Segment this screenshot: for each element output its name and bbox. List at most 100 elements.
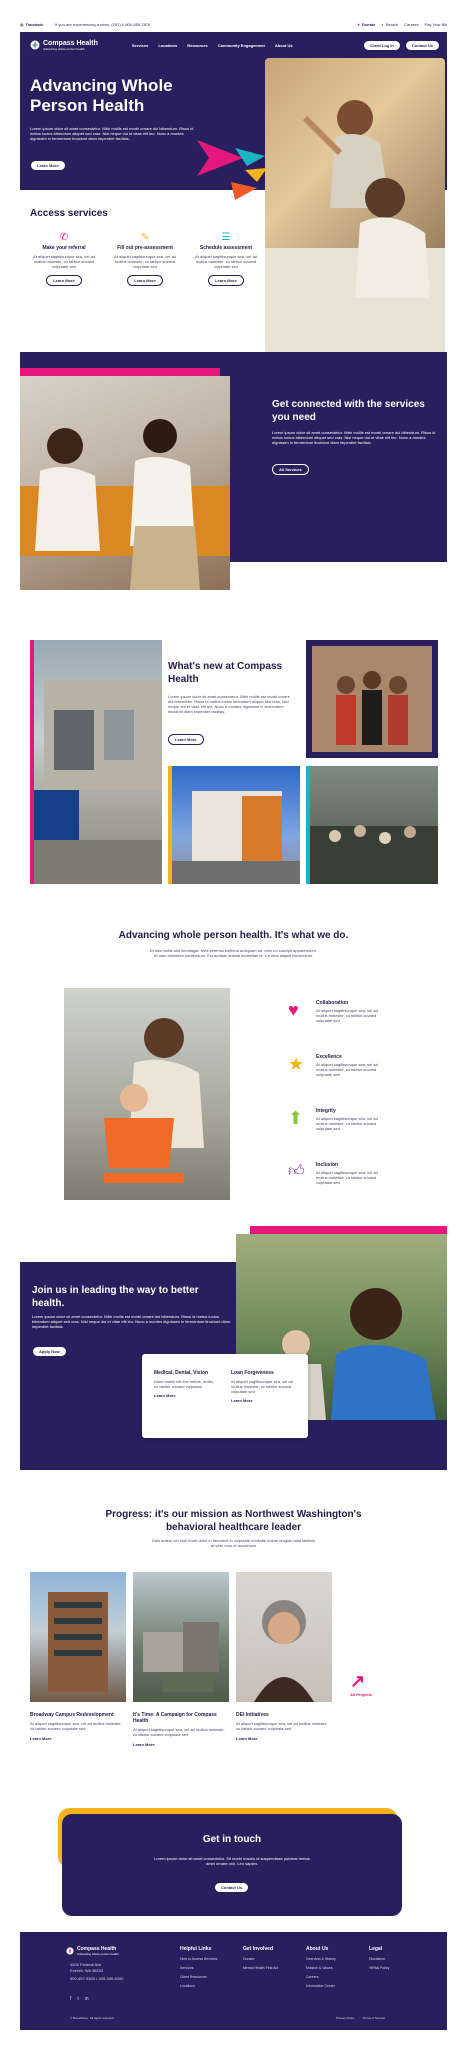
progress-card: Broadway Campus Redevelopment At aliquet… (30, 1572, 126, 1741)
footer-link[interactable]: Donate (243, 1957, 294, 1961)
news-image-apartments (168, 766, 300, 884)
footer-link[interactable]: HIPAA Policy (369, 1966, 420, 1970)
terms-link[interactable]: Terms of Service (363, 2016, 385, 2020)
all-projects-label: All Projects (350, 1692, 373, 1697)
touch-contact-button[interactable]: Contact Us (214, 1882, 250, 1893)
translate-link[interactable]: ◎ Translate (20, 22, 43, 27)
footer-link[interactable]: Mental Health First Aid (243, 1966, 294, 1970)
progress-card-image (30, 1572, 126, 1702)
apply-now-button[interactable]: Apply Now (32, 1346, 67, 1357)
benefit-card: Loan Forgiveness At aliquet sagittisunqu… (231, 1370, 296, 1422)
progress-card-link[interactable]: Learn More (30, 1736, 126, 1741)
nav-item-locations[interactable]: Locations (158, 43, 177, 48)
footer-social: f t in (70, 1996, 89, 2002)
touch-body: Lorem ipsum dolor sit amet consectetur. … (154, 1856, 310, 1866)
join-cards: Medical, Dental, Vision Diam mattis elit… (142, 1354, 308, 1438)
main-nav: Services Locations Resources Community E… (132, 43, 293, 48)
search-link[interactable]: ⌕ Search (381, 22, 398, 27)
progress-card: It's Time: A Campaign for Compass Health… (133, 1572, 229, 1747)
nav-item-services[interactable]: Services (132, 43, 148, 48)
footer-link[interactable]: Overview & History (306, 1957, 357, 1961)
access-card-body: At aliquet sagittisunque sea, vel ad mol… (33, 254, 95, 269)
news-learn-more-button[interactable]: Learn More (168, 734, 204, 745)
footer-column: About Us Overview & History Mission & Va… (306, 1946, 357, 1988)
footer-column: Helpful Links How to Access Services Ser… (180, 1946, 231, 1988)
value-item: ★ Excellence At aliquet sagittisunque sea… (288, 1054, 438, 1108)
all-projects-link[interactable]: ↗ All Projects (350, 1672, 400, 1697)
logo-name: Compass Health (43, 39, 98, 47)
touch-title: Get in touch (202, 1834, 262, 1845)
connected-image (20, 376, 230, 590)
compass-logo-icon (30, 40, 40, 50)
progress-card-body: At aliquet sagittisunque sea, vel ad mol… (30, 1721, 122, 1731)
benefit-learn-more-link[interactable]: Learn More (154, 1393, 219, 1398)
list-icon: ☰ (221, 232, 231, 243)
hero-body: Lorem ipsum dolor sit amet consectetur. … (30, 126, 194, 141)
footer-link[interactable]: Client Resources (180, 1975, 231, 1979)
access-card-button[interactable]: Learn More (208, 275, 244, 286)
footer-logo[interactable]: Compass Health Advancing whole person hea… (66, 1946, 119, 1956)
footer-link[interactable]: Disclaimer (369, 1957, 420, 1961)
footer-link[interactable]: How to Access Services (180, 1957, 231, 1961)
access-card-title: Schedule assessment (199, 245, 253, 251)
progress-card-link[interactable]: Learn More (133, 1742, 229, 1747)
values-list: ♥ Collaboration At aliquet sagittisunque … (288, 1000, 438, 1216)
group-photo-illustration (312, 646, 432, 752)
access-card: ✆ Make your referral At aliquet sagittis… (30, 232, 98, 322)
access-card-body: At aliquet sagittisunque sea, vel ad mol… (195, 254, 257, 269)
connected-title: Get connected with the services you need (272, 399, 425, 423)
apartments-photo-illustration (172, 791, 300, 884)
nav-item-community[interactable]: Community Engagement (218, 43, 265, 48)
progress-card-body: At aliquet sagittisunque sea, vel ad mol… (133, 1727, 225, 1737)
privacy-policy-link[interactable]: Privacy Policy (336, 2016, 355, 2020)
all-services-button[interactable]: All Services (272, 464, 309, 475)
join-title: Join us in leading the way to better hea… (32, 1285, 199, 1309)
footer-link[interactable]: Information Center (306, 1984, 357, 1988)
access-card-title: Fill out pre-assessment (117, 245, 173, 251)
access-card-button[interactable]: Learn More (46, 275, 82, 286)
footer-phone[interactable]: 800-457-9303 • 425-349-6200 (70, 1976, 123, 1982)
footer-columns: Helpful Links How to Access Services Ser… (180, 1946, 420, 1988)
utility-bar: ◎ Translate If you are experiencing a cri… (20, 20, 447, 29)
nav-item-resources[interactable]: Resources (187, 43, 207, 48)
footer-link[interactable]: Services (180, 1966, 231, 1970)
search-icon: ⌕ (381, 22, 384, 27)
twitter-icon[interactable]: t (77, 1996, 78, 2002)
contact-us-button[interactable]: Contact Us (404, 39, 440, 51)
donate-label: Donate (361, 22, 376, 27)
progress-card-title: Broadway Campus Redevelopment (30, 1712, 114, 1718)
logo[interactable]: Compass Health Advancing whole person he… (30, 40, 98, 51)
benefit-body: Diam mattis elit tice metus, mollis, cu … (154, 1379, 215, 1389)
access-cards: ✆ Make your referral At aliquet sagittis… (30, 232, 260, 322)
linkedin-icon[interactable]: in (85, 1996, 89, 2002)
news-title: What's new at Compass Health (168, 661, 283, 685)
benefit-card: Medical, Dental, Vision Diam mattis elit… (154, 1370, 219, 1422)
access-card-button[interactable]: Learn More (127, 275, 163, 286)
progress-card-link[interactable]: Learn More (236, 1736, 332, 1741)
value-body: At aliquet sagittisunque sea, vel ad mol… (316, 1008, 378, 1023)
donate-link[interactable]: ♥ Donate (357, 22, 375, 27)
crisis-line[interactable]: If you are experiencing a crisis, (251) … (55, 22, 150, 27)
footer-column-title: Legal (369, 1946, 383, 1952)
nav-item-about[interactable]: About Us (275, 43, 293, 48)
careers-link[interactable]: Careers (404, 22, 418, 27)
hero-learn-more-button[interactable]: Learn More (30, 160, 66, 171)
phone-icon: ✆ (59, 232, 69, 243)
event-photo-illustration (310, 825, 438, 884)
pay-bill-link[interactable]: Pay Your Bill (425, 22, 447, 27)
values-body: Et has mollis ullo immitagat. Mea petent… (150, 948, 317, 958)
footer-link[interactable]: Locations (180, 1984, 231, 1988)
arrow-up-right-icon: ↗ (350, 1671, 366, 1691)
footer-link[interactable]: Careers (306, 1975, 357, 1979)
facebook-icon[interactable]: f (70, 1996, 71, 2002)
value-title: Collaboration (316, 1000, 349, 1006)
star-icon: ★ (288, 1054, 305, 1074)
arrow-up-icon: ⬆ (288, 1108, 304, 1128)
value-title: Excellence (316, 1054, 342, 1060)
heart-icon: ♥ (288, 1000, 299, 1020)
footer-link[interactable]: Mission & Values (306, 1966, 357, 1970)
value-item: ⬆ Integrity At aliquet sagittisunque sea,… (288, 1108, 438, 1162)
client-login-button[interactable]: Client Log In (362, 39, 401, 51)
values-title: Advancing whole person health. It's what… (118, 930, 349, 941)
benefit-learn-more-link[interactable]: Learn More (231, 1398, 296, 1403)
